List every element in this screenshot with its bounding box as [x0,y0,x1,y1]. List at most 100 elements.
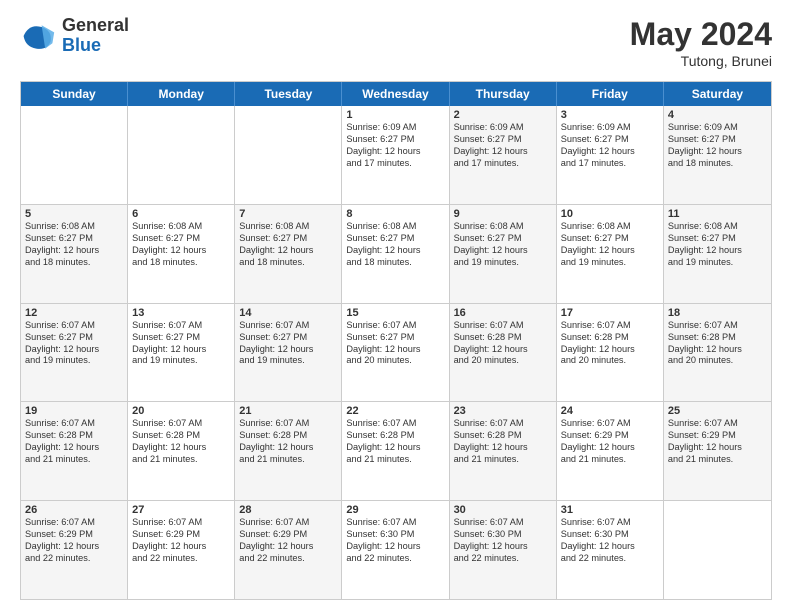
day-number: 21 [239,405,337,417]
cell-line: Sunrise: 6:09 AM [668,122,767,134]
cell-line: Daylight: 12 hours [454,344,552,356]
cell-line: and 22 minutes. [346,553,444,565]
cell-line: Sunset: 6:29 PM [132,529,230,541]
cell-line: and 21 minutes. [239,454,337,466]
cell-line: Sunset: 6:27 PM [346,134,444,146]
cell-line: Sunrise: 6:07 AM [25,418,123,430]
day-number: 18 [668,307,767,319]
calendar-row: 12Sunrise: 6:07 AMSunset: 6:27 PMDayligh… [21,304,771,403]
cell-line: Daylight: 12 hours [346,442,444,454]
cell-line: Sunset: 6:29 PM [25,529,123,541]
cell-line: and 19 minutes. [132,355,230,367]
cell-line: Sunset: 6:28 PM [239,430,337,442]
cell-line: and 18 minutes. [25,257,123,269]
cell-line: Daylight: 12 hours [346,541,444,553]
calendar-cell: 31Sunrise: 6:07 AMSunset: 6:30 PMDayligh… [557,501,664,599]
header: General Blue May 2024 Tutong, Brunei [20,16,772,69]
cell-line: Sunset: 6:29 PM [668,430,767,442]
cell-line: and 21 minutes. [25,454,123,466]
logo-blue: Blue [62,36,129,56]
cell-line: Daylight: 12 hours [561,146,659,158]
cell-line: Daylight: 12 hours [346,146,444,158]
cell-line: Daylight: 12 hours [25,344,123,356]
cell-line: Sunset: 6:29 PM [561,430,659,442]
cell-line: Sunset: 6:27 PM [668,134,767,146]
cell-line: Daylight: 12 hours [25,442,123,454]
calendar-cell [664,501,771,599]
calendar-cell: 14Sunrise: 6:07 AMSunset: 6:27 PMDayligh… [235,304,342,402]
cell-line: and 22 minutes. [132,553,230,565]
calendar-row: 26Sunrise: 6:07 AMSunset: 6:29 PMDayligh… [21,501,771,599]
cell-line: Daylight: 12 hours [454,245,552,257]
calendar-cell: 22Sunrise: 6:07 AMSunset: 6:28 PMDayligh… [342,402,449,500]
cell-line: Daylight: 12 hours [668,442,767,454]
calendar-cell: 27Sunrise: 6:07 AMSunset: 6:29 PMDayligh… [128,501,235,599]
cell-line: Sunrise: 6:09 AM [561,122,659,134]
cell-line: and 21 minutes. [346,454,444,466]
calendar-header-cell: Sunday [21,82,128,106]
calendar-cell: 15Sunrise: 6:07 AMSunset: 6:27 PMDayligh… [342,304,449,402]
cell-line: Daylight: 12 hours [132,344,230,356]
calendar-cell: 24Sunrise: 6:07 AMSunset: 6:29 PMDayligh… [557,402,664,500]
cell-line: Sunrise: 6:08 AM [346,221,444,233]
cell-line: Sunset: 6:30 PM [561,529,659,541]
cell-line: Daylight: 12 hours [561,442,659,454]
calendar-cell: 18Sunrise: 6:07 AMSunset: 6:28 PMDayligh… [664,304,771,402]
cell-line: and 21 minutes. [561,454,659,466]
cell-line: Sunset: 6:27 PM [239,332,337,344]
calendar: SundayMondayTuesdayWednesdayThursdayFrid… [20,81,772,600]
day-number: 29 [346,504,444,516]
calendar-header-cell: Thursday [450,82,557,106]
cell-line: Daylight: 12 hours [346,245,444,257]
cell-line: Sunset: 6:27 PM [454,134,552,146]
cell-line: and 22 minutes. [454,553,552,565]
cell-line: Sunrise: 6:07 AM [454,418,552,430]
calendar-cell: 2Sunrise: 6:09 AMSunset: 6:27 PMDaylight… [450,106,557,204]
calendar-cell: 23Sunrise: 6:07 AMSunset: 6:28 PMDayligh… [450,402,557,500]
cell-line: and 17 minutes. [561,158,659,170]
calendar-cell: 13Sunrise: 6:07 AMSunset: 6:27 PMDayligh… [128,304,235,402]
cell-line: and 21 minutes. [454,454,552,466]
cell-line: Sunset: 6:27 PM [561,134,659,146]
day-number: 22 [346,405,444,417]
day-number: 11 [668,208,767,220]
cell-line: Daylight: 12 hours [132,442,230,454]
cell-line: Sunrise: 6:07 AM [668,320,767,332]
cell-line: Sunrise: 6:07 AM [668,418,767,430]
calendar-header-cell: Wednesday [342,82,449,106]
calendar-row: 1Sunrise: 6:09 AMSunset: 6:27 PMDaylight… [21,106,771,205]
calendar-row: 5Sunrise: 6:08 AMSunset: 6:27 PMDaylight… [21,205,771,304]
calendar-cell: 9Sunrise: 6:08 AMSunset: 6:27 PMDaylight… [450,205,557,303]
cell-line: Daylight: 12 hours [239,344,337,356]
cell-line: Daylight: 12 hours [346,344,444,356]
cell-line: Daylight: 12 hours [668,344,767,356]
day-number: 24 [561,405,659,417]
calendar-cell [21,106,128,204]
cell-line: and 19 minutes. [561,257,659,269]
cell-line: Sunrise: 6:07 AM [132,320,230,332]
calendar-header-cell: Friday [557,82,664,106]
calendar-cell: 8Sunrise: 6:08 AMSunset: 6:27 PMDaylight… [342,205,449,303]
calendar-cell: 10Sunrise: 6:08 AMSunset: 6:27 PMDayligh… [557,205,664,303]
day-number: 3 [561,109,659,121]
cell-line: Sunset: 6:28 PM [454,332,552,344]
cell-line: Daylight: 12 hours [239,541,337,553]
cell-line: Sunrise: 6:09 AM [454,122,552,134]
calendar-header-cell: Monday [128,82,235,106]
cell-line: and 21 minutes. [132,454,230,466]
calendar-header-cell: Tuesday [235,82,342,106]
day-number: 5 [25,208,123,220]
calendar-cell: 11Sunrise: 6:08 AMSunset: 6:27 PMDayligh… [664,205,771,303]
logo-general: General [62,16,129,36]
cell-line: Daylight: 12 hours [561,541,659,553]
logo-icon [20,18,56,54]
cell-line: Sunrise: 6:07 AM [346,418,444,430]
cell-line: and 20 minutes. [346,355,444,367]
title-area: May 2024 Tutong, Brunei [630,16,772,69]
cell-line: Sunrise: 6:07 AM [561,517,659,529]
day-number: 30 [454,504,552,516]
logo-text: General Blue [62,16,129,56]
day-number: 31 [561,504,659,516]
cell-line: Sunset: 6:27 PM [454,233,552,245]
cell-line: Sunset: 6:27 PM [132,332,230,344]
